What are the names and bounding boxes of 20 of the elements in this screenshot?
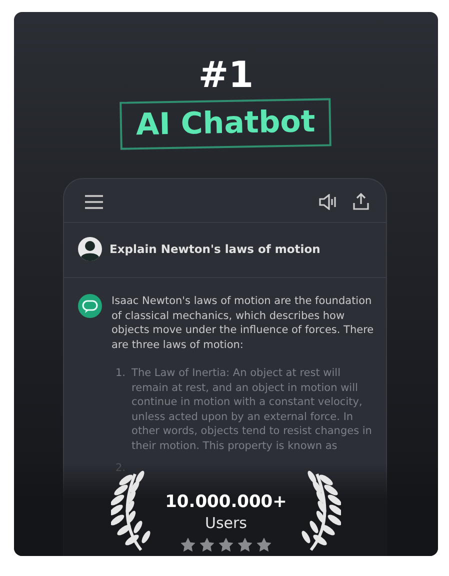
laurel-icon — [111, 470, 150, 551]
star-icon — [180, 538, 195, 552]
user-count: 10.000.000+ — [165, 492, 287, 512]
laurel-icon — [302, 470, 341, 551]
list-item-text: The Law of Inertia: An object at rest will remain at rest, and an object in motion will continue in motion with a constant velocity, unless acted upon by an external force. In other words, objects tend to resist changes in their motion. This property is known as — [132, 366, 373, 453]
share-icon[interactable] — [352, 193, 370, 210]
avatar-icon — [78, 237, 102, 261]
prompt-text: Explain Newton's laws of motion — [110, 242, 320, 256]
chat-bubble-icon — [78, 294, 102, 318]
rank-heading: #1 — [198, 56, 254, 96]
list-number: 1. — [116, 366, 126, 381]
star-icon — [238, 538, 252, 552]
users-label: Users — [204, 514, 247, 532]
menu-icon[interactable] — [84, 194, 104, 210]
title-heading: AI Chatbot — [120, 98, 332, 150]
answer-text: Isaac Newton's laws of motion are the foundation of classical mechanics, which describes how objects move under the influence of forces. There are three laws of motion: — [112, 294, 375, 352]
star-icon — [256, 538, 271, 552]
star-icon — [218, 538, 233, 552]
star-icon — [200, 538, 214, 552]
speaker-icon[interactable] — [318, 194, 338, 210]
